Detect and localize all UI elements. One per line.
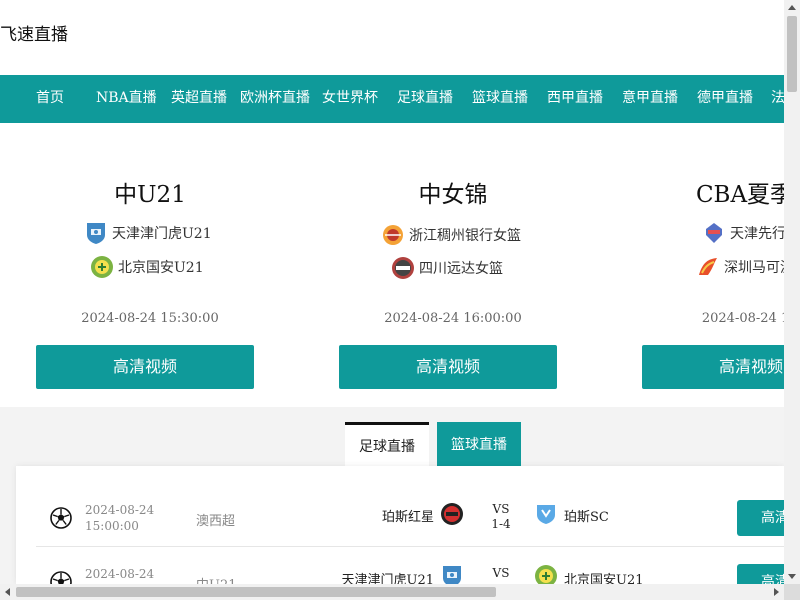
- table-row: 2024-08-24 中U21 天津津门虎U21 VS 北京国安U21 高清视: [36, 550, 784, 584]
- soccer-ball-icon: [50, 507, 72, 529]
- team-logo-icon: [443, 566, 461, 584]
- horizontal-scroll-thumb[interactable]: [16, 587, 496, 597]
- team-logo-icon: [383, 225, 403, 245]
- nav-item-serie-a[interactable]: 意甲直播: [622, 75, 678, 123]
- vertical-scroll-thumb[interactable]: [787, 16, 797, 92]
- nav-item-football[interactable]: 足球直播: [397, 75, 453, 123]
- card-hd-video-button[interactable]: 高清视频: [642, 345, 784, 389]
- table-row: 2024-08-24 15:00:00 澳西超 珀斯红星 VS 1-4 珀斯SC 高…: [36, 486, 784, 547]
- card-match-time: 2024-08-24 15:30:00: [81, 311, 219, 326]
- tab-basketball[interactable]: 篮球直播: [437, 422, 521, 466]
- match-date: 2024-08-24 15:00:00: [85, 503, 155, 533]
- horizontal-scrollbar[interactable]: [0, 584, 784, 600]
- nav-item-euro[interactable]: 欧洲杯直播: [240, 75, 310, 123]
- team-logo-icon: [535, 565, 557, 584]
- team-logo-icon: [441, 503, 463, 525]
- nav-item-home[interactable]: 首页: [36, 75, 64, 123]
- away-team-name: 珀斯SC: [564, 510, 609, 525]
- match-league: 澳西超: [196, 514, 236, 529]
- card-league-title: CBA夏季联: [695, 182, 784, 208]
- scrollbar-corner: [784, 584, 800, 600]
- hd-video-button[interactable]: 高清视: [737, 500, 784, 536]
- scroll-left-arrow-icon[interactable]: [5, 588, 10, 596]
- featured-card: 中女锦 浙江稠州银行女篮 四川远达女篮 2024-08-24 16:00:00 …: [303, 123, 603, 407]
- card-match-time: 2024-08-24 16:00:00: [384, 311, 522, 326]
- card-away-team: 四川远达女篮: [391, 256, 503, 282]
- hd-video-button[interactable]: 高清视: [737, 564, 784, 584]
- soccer-ball-icon: [50, 571, 72, 584]
- vertical-scrollbar[interactable]: [784, 0, 800, 584]
- match-league: 中U21: [196, 574, 237, 584]
- site-title[interactable]: 飞速直播: [0, 20, 68, 45]
- team-logo-icon: [699, 258, 717, 275]
- featured-card: CBA夏季联 天津先行 深圳马可波 2024-08-24 15:3 高清视频: [606, 123, 784, 407]
- match-score: VS: [492, 566, 510, 580]
- tab-football[interactable]: 足球直播: [345, 422, 429, 466]
- card-league-title: 中女锦: [418, 182, 488, 208]
- team-logo-icon: [537, 505, 555, 524]
- card-hd-video-button[interactable]: 高清视频: [36, 345, 254, 389]
- team-logo-icon: [87, 223, 105, 244]
- main-nav: 首页 NBA直播 英超直播 欧洲杯直播 女世界杯 足球直播 篮球直播 西甲直播 …: [0, 75, 784, 123]
- card-away-team: 北京国安U21: [90, 255, 204, 281]
- card-league-title: 中U21: [114, 182, 186, 208]
- home-team-name: 珀斯红星: [381, 510, 434, 525]
- nav-item-nba[interactable]: NBA直播: [96, 75, 157, 123]
- card-match-time: 2024-08-24 15:3: [701, 311, 784, 326]
- page-viewport: 飞速直播 首页 NBA直播 英超直播 欧洲杯直播 女世界杯 足球直播 篮球直播 …: [0, 0, 784, 584]
- team-logo-icon: [392, 257, 414, 279]
- nav-item-premier-league[interactable]: 英超直播: [171, 75, 227, 123]
- away-team-name: 北京国安U21: [564, 573, 644, 584]
- match-date: 2024-08-24: [85, 567, 155, 581]
- featured-card: 中U21 天津津门虎U21 北京国安U21 2024-08-24 15:30:0…: [0, 123, 300, 407]
- card-hd-video-button[interactable]: 高清视频: [339, 345, 557, 389]
- card-home-team: 天津津门虎U21: [84, 221, 212, 247]
- featured-matches: 中U21 天津津门虎U21 北京国安U21 2024-08-24 15:30:0…: [0, 123, 784, 407]
- card-home-team: 浙江稠州银行女篮: [381, 223, 521, 249]
- team-logo-icon: [91, 256, 113, 278]
- scroll-up-arrow-icon[interactable]: [788, 5, 796, 10]
- nav-item-bundesliga[interactable]: 德甲直播: [697, 75, 753, 123]
- nav-item-la-liga[interactable]: 西甲直播: [547, 75, 603, 123]
- nav-item-basketball[interactable]: 篮球直播: [472, 75, 528, 123]
- team-logo-icon: [706, 223, 722, 243]
- match-score: VS 1-4: [491, 502, 511, 531]
- nav-item-ligue-1[interactable]: 法: [771, 75, 784, 123]
- scroll-down-arrow-icon[interactable]: [788, 574, 796, 579]
- scroll-right-arrow-icon[interactable]: [774, 588, 779, 596]
- match-list: 2024-08-24 15:00:00 澳西超 珀斯红星 VS 1-4 珀斯SC 高…: [16, 466, 784, 584]
- card-home-team: 天津先行: [702, 221, 784, 247]
- nav-item-womens-world-cup[interactable]: 女世界杯: [322, 75, 378, 123]
- home-team-name: 天津津门虎U21: [341, 573, 435, 584]
- card-away-team: 深圳马可波: [696, 255, 784, 281]
